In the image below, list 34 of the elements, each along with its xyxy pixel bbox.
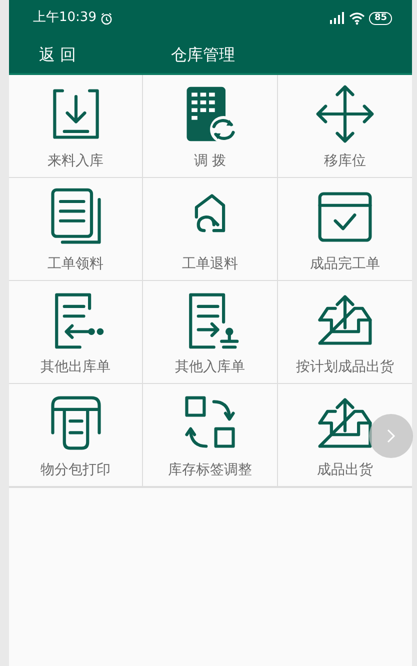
menu-tile[interactable]: 成品出货 <box>278 384 412 487</box>
status-time: 上午10:39 <box>33 9 96 28</box>
menu-label: 工单领料 <box>48 255 104 274</box>
menu-label: 调 拨 <box>194 152 226 171</box>
move-arrows-icon <box>314 83 376 145</box>
menu-label: 成品完工单 <box>310 255 380 274</box>
signal-icon <box>329 12 346 24</box>
menu-label: 移库位 <box>324 152 366 171</box>
menu-label: 其他出库单 <box>40 358 111 377</box>
menu-tile[interactable]: 物分包打印 <box>9 384 144 487</box>
menu-label: 库存标签调整 <box>168 461 252 480</box>
floating-button[interactable] <box>368 414 413 458</box>
menu-tile[interactable]: 工单领料 <box>9 178 144 281</box>
menu-tile[interactable]: 移库位 <box>278 75 412 178</box>
menu-label: 工单退料 <box>182 255 238 274</box>
menu-tile[interactable]: 库存标签调整 <box>143 384 278 487</box>
menu-label: 来料入库 <box>48 152 104 171</box>
menu-tile[interactable]: 调 拨 <box>143 75 278 178</box>
wifi-icon <box>349 12 366 24</box>
menu-tile[interactable]: 其他入库单 <box>143 281 278 384</box>
menu-tile[interactable]: 工单退料 <box>143 178 278 281</box>
menu-label: 其他入库单 <box>174 358 245 377</box>
menu-label: 按计划成品出货 <box>296 358 394 377</box>
alarm-icon <box>100 12 114 24</box>
menu-tile[interactable]: 成品完工单 <box>278 178 412 281</box>
back-button[interactable]: 返 回 <box>39 42 76 66</box>
menu-tile[interactable]: 按计划成品出货 <box>278 281 412 384</box>
page-title: 仓库管理 <box>171 44 236 66</box>
menu-tile[interactable]: 其他出库单 <box>9 281 144 384</box>
menu-label: 成品出货 <box>316 461 373 480</box>
menu-label: 物分包打印 <box>40 461 111 480</box>
chevron-icon <box>386 428 396 444</box>
battery-level: 85 <box>369 12 392 24</box>
menu-tile[interactable]: 来料入库 <box>9 75 144 178</box>
